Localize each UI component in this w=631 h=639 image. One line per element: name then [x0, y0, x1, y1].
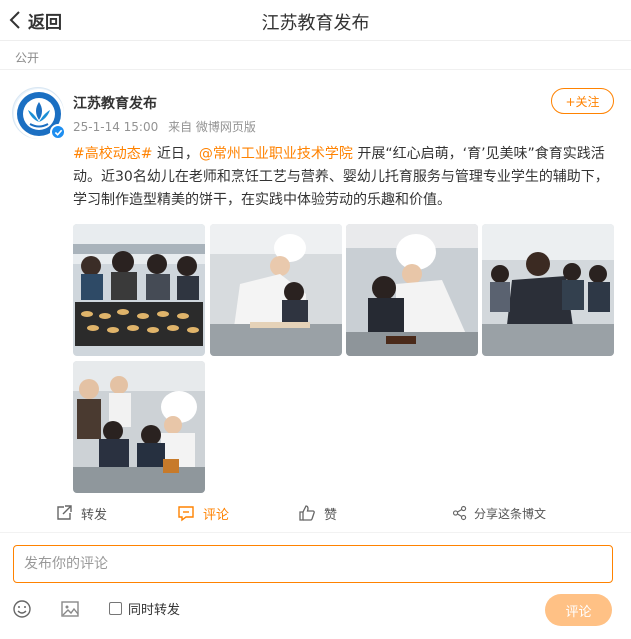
post-source: 来自 微博网页版 — [168, 120, 256, 134]
top-bar: 返回 江苏教育发布 — [0, 0, 631, 41]
post-timestamp[interactable]: 25-1-14 15:00 — [73, 120, 158, 134]
post-image-3[interactable] — [346, 224, 478, 356]
post-meta: 25-1-14 15:00 来自 微博网页版 — [73, 118, 262, 135]
repost-icon — [57, 505, 72, 520]
repost-checkbox-label: 同时转发 — [128, 603, 181, 618]
like-button[interactable]: 赞 — [298, 500, 337, 526]
chef-helping-child-photo-icon — [210, 224, 342, 356]
action-bar: 转发 评论 赞 分享这条博文 — [0, 500, 631, 526]
thumbs-up-icon — [299, 505, 315, 521]
share-button[interactable]: 分享这条博文 — [452, 500, 546, 526]
post-image-4[interactable] — [482, 224, 614, 356]
visibility-label: 公开 — [15, 51, 40, 65]
share-label: 分享这条博文 — [474, 506, 547, 521]
post-image-5[interactable] — [73, 361, 205, 493]
repost-checkbox[interactable]: 同时转发 — [109, 599, 180, 618]
like-label: 赞 — [324, 507, 338, 523]
follow-button[interactable]: +关注 — [551, 88, 614, 114]
comment-label: 评论 — [203, 507, 230, 523]
checkbox-box[interactable] — [109, 602, 122, 615]
image-upload-button[interactable] — [60, 599, 80, 619]
post-image-2[interactable] — [210, 224, 342, 356]
share-icon — [452, 505, 467, 521]
mention-link[interactable]: @常州工业职业技术学院 — [199, 146, 353, 162]
post-text: #高校动态# 近日，@常州工业职业技术学院 开展“红心启萌，‘育’见美味”食育实… — [73, 143, 618, 212]
page-title: 江苏教育发布 — [261, 13, 370, 34]
divider — [0, 69, 631, 70]
students-shaping-dough-photo-icon — [73, 361, 205, 493]
submit-comment-button[interactable]: 评论 — [545, 594, 612, 626]
comment-icon — [178, 506, 194, 522]
teacher-and-children-at-table-photo-icon — [482, 224, 614, 356]
avatar[interactable] — [12, 87, 66, 140]
children-with-cookie-tray-photo-icon — [73, 224, 205, 356]
emoji-button[interactable] — [12, 599, 32, 619]
comment-composer: 同时转发 评论 — [0, 532, 631, 639]
post-image-1[interactable] — [73, 224, 205, 356]
repost-button[interactable]: 转发 — [55, 500, 107, 526]
author-name[interactable]: 江苏教育发布 — [73, 93, 157, 113]
hashtag-link[interactable]: #高校动态# — [73, 146, 152, 162]
repost-label: 转发 — [81, 507, 108, 523]
comment-input[interactable] — [13, 545, 613, 583]
verified-badge-icon — [50, 124, 66, 140]
post-text-part1: 近日， — [152, 146, 199, 162]
chef-and-boy-cutting-dough-photo-icon — [346, 224, 478, 356]
comment-tab-button[interactable]: 评论 — [177, 500, 229, 526]
emoji-icon — [13, 600, 31, 618]
image-icon — [61, 601, 79, 617]
